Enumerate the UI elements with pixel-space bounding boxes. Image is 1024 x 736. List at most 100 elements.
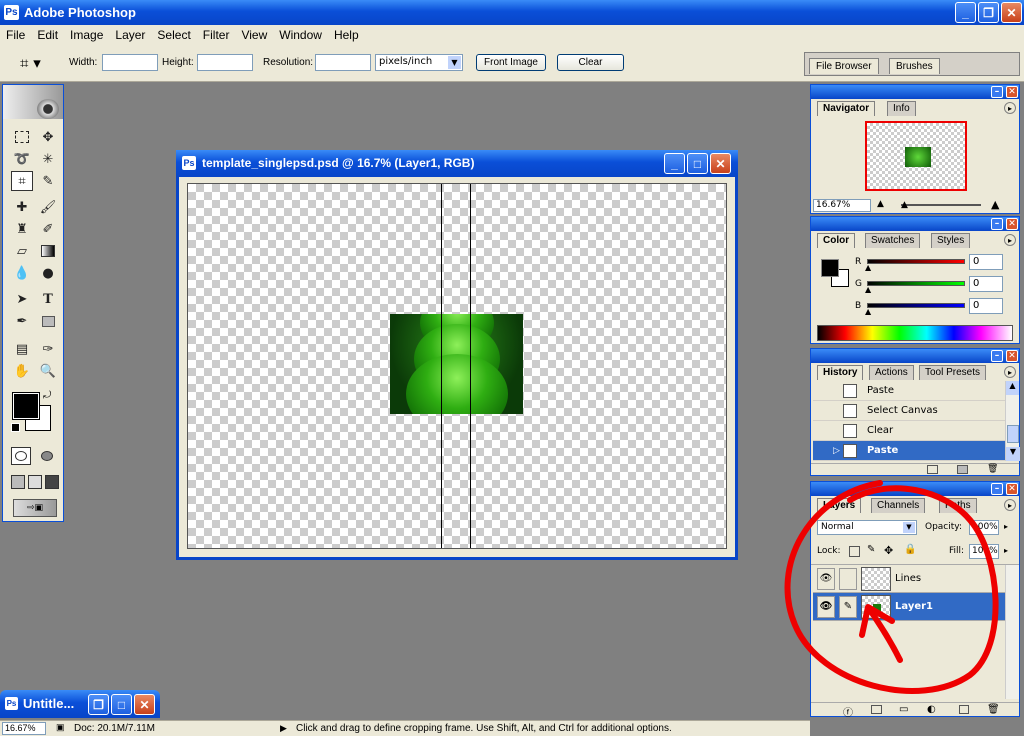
gradient-tool-icon[interactable] xyxy=(37,241,59,261)
document-maximize-button[interactable]: □ xyxy=(687,153,708,174)
history-title-bar[interactable]: – ✕ xyxy=(811,349,1019,363)
jump-to-imageready-icon[interactable]: ⇨▣ xyxy=(13,499,57,517)
clone-stamp-tool-icon[interactable]: ♜ xyxy=(11,219,33,239)
zoom-in-icon[interactable]: ▲ xyxy=(991,198,999,211)
crop-tool-icon[interactable]: ⌗ xyxy=(11,171,33,191)
color-menu-arrow-icon[interactable]: ▸ xyxy=(1004,234,1016,246)
guide-line-right[interactable] xyxy=(470,184,471,548)
palette-well-tab-file-browser[interactable]: File Browser xyxy=(809,58,879,74)
zoom-out-icon[interactable]: ▲ xyxy=(877,199,884,209)
history-item[interactable]: Clear xyxy=(813,421,1005,441)
eye-logo-icon[interactable] xyxy=(37,99,59,119)
document-close-button[interactable]: ✕ xyxy=(710,153,731,174)
tab-styles[interactable]: Styles xyxy=(931,233,971,248)
clear-button[interactable]: Clear xyxy=(557,54,624,71)
scroll-thumb[interactable] xyxy=(1007,425,1019,443)
menu-select[interactable]: Select xyxy=(151,28,196,42)
tab-color[interactable]: Color xyxy=(817,233,856,248)
document-title-bar[interactable]: Ps template_singlepsd.psd @ 16.7% (Layer… xyxy=(176,150,738,177)
document-minimize-button[interactable]: _ xyxy=(664,153,685,174)
navigator-title-bar[interactable]: – ✕ xyxy=(811,85,1019,99)
history-minimize-button[interactable]: – xyxy=(991,350,1003,362)
healing-brush-tool-icon[interactable]: ✚ xyxy=(11,197,33,217)
shape-tool-icon[interactable] xyxy=(37,311,59,331)
slice-tool-icon[interactable]: ✎ xyxy=(37,171,59,191)
crop-tool-preset-icon[interactable]: ⌗ ▾ xyxy=(20,54,41,72)
new-document-from-state-icon[interactable] xyxy=(927,465,938,474)
menu-help[interactable]: Help xyxy=(328,28,365,42)
app-minimize-button[interactable]: _ xyxy=(955,2,976,23)
screen-mode-full-icon[interactable] xyxy=(45,475,59,489)
color-minimize-button[interactable]: – xyxy=(991,218,1003,230)
guide-line-left[interactable] xyxy=(441,184,442,548)
color-close-button[interactable]: ✕ xyxy=(1006,218,1018,230)
height-input[interactable] xyxy=(197,54,253,71)
color-title-bar[interactable]: – ✕ xyxy=(811,217,1019,231)
tab-navigator[interactable]: Navigator xyxy=(817,101,876,116)
trash-icon[interactable]: 🗑 xyxy=(987,464,998,474)
history-brush-tool-icon[interactable]: ✐ xyxy=(37,219,59,239)
zoom-tool-icon[interactable]: 🔍 xyxy=(37,361,59,381)
color-spectrum-bar[interactable] xyxy=(817,325,1013,341)
scroll-up-icon[interactable]: ▲ xyxy=(1006,381,1019,395)
app-close-button[interactable]: ✕ xyxy=(1001,2,1022,23)
eyedropper-tool-icon[interactable]: ✑ xyxy=(37,339,59,359)
color-foreground-swatch[interactable] xyxy=(821,259,839,277)
zoom-slider[interactable] xyxy=(901,204,981,206)
blur-tool-icon[interactable]: 💧 xyxy=(11,263,33,283)
image-canvas[interactable] xyxy=(187,183,727,549)
screen-mode-full-menu-icon[interactable] xyxy=(28,475,42,489)
menu-filter[interactable]: Filter xyxy=(197,28,236,42)
menu-window[interactable]: Window xyxy=(273,28,328,42)
menu-edit[interactable]: Edit xyxy=(31,28,64,42)
minimized-document-window[interactable]: Ps Untitle... ❐ □ ✕ xyxy=(0,690,160,718)
channel-b-input[interactable]: 0 xyxy=(969,298,1003,314)
navigator-zoom-field[interactable]: 16.67% xyxy=(813,199,871,212)
eraser-tool-icon[interactable]: ▱ xyxy=(11,241,33,261)
brush-tool-icon[interactable]: 🖌 xyxy=(37,197,59,217)
scroll-down-icon[interactable]: ▼ xyxy=(1006,447,1020,461)
default-colors-icon[interactable] xyxy=(11,423,20,432)
width-input[interactable] xyxy=(102,54,158,71)
channel-r-input[interactable]: 0 xyxy=(969,254,1003,270)
tab-actions[interactable]: Actions xyxy=(869,365,914,380)
channel-b-thumb-icon[interactable]: ▲ xyxy=(865,307,871,316)
channel-g-thumb-icon[interactable]: ▲ xyxy=(865,285,871,294)
menu-layer[interactable]: Layer xyxy=(109,28,151,42)
navigator-menu-arrow-icon[interactable]: ▸ xyxy=(1004,102,1016,114)
marquee-tool-icon[interactable] xyxy=(11,127,33,147)
menu-image[interactable]: Image xyxy=(64,28,109,42)
tab-history[interactable]: History xyxy=(817,365,864,380)
hand-tool-icon[interactable]: ✋ xyxy=(11,361,33,381)
magic-wand-tool-icon[interactable]: ✳ xyxy=(37,149,59,169)
foreground-color-swatch[interactable] xyxy=(12,392,40,420)
units-select[interactable]: pixels/inch ▼ xyxy=(375,54,463,71)
menu-view[interactable]: View xyxy=(235,28,273,42)
channel-b-slider[interactable] xyxy=(867,303,965,308)
type-tool-icon[interactable]: T xyxy=(37,289,59,309)
front-image-button[interactable]: Front Image xyxy=(476,54,546,71)
history-item-selected[interactable]: ▷ Paste xyxy=(813,441,1005,461)
palette-well-tab-brushes[interactable]: Brushes xyxy=(889,58,940,74)
minimized-restore-button[interactable]: ❐ xyxy=(88,694,109,715)
history-item[interactable]: Select Canvas xyxy=(813,401,1005,421)
zoom-slider-thumb-icon[interactable]: ▲ xyxy=(901,200,908,210)
status-menu-arrow-icon[interactable]: ▶ xyxy=(280,723,287,734)
history-close-button[interactable]: ✕ xyxy=(1006,350,1018,362)
standard-mode-icon[interactable] xyxy=(11,447,31,465)
channel-g-input[interactable]: 0 xyxy=(969,276,1003,292)
snapshot-icon[interactable] xyxy=(957,465,968,474)
screen-mode-standard-icon[interactable] xyxy=(11,475,25,489)
navigator-close-button[interactable]: ✕ xyxy=(1006,86,1018,98)
quick-mask-mode-icon[interactable] xyxy=(37,447,57,465)
history-item[interactable]: Paste xyxy=(813,381,1005,401)
tab-info[interactable]: Info xyxy=(887,101,916,116)
history-menu-arrow-icon[interactable]: ▸ xyxy=(1004,366,1016,378)
status-zoom-field[interactable]: 16.67% xyxy=(2,722,46,735)
tab-tool-presets[interactable]: Tool Presets xyxy=(919,365,987,380)
move-tool-icon[interactable]: ✥ xyxy=(37,127,59,147)
tab-swatches[interactable]: Swatches xyxy=(865,233,921,248)
navigator-minimize-button[interactable]: – xyxy=(991,86,1003,98)
dodge-tool-icon[interactable]: ● xyxy=(37,263,59,283)
history-scrollbar[interactable]: ▲ ▼ xyxy=(1005,381,1020,461)
